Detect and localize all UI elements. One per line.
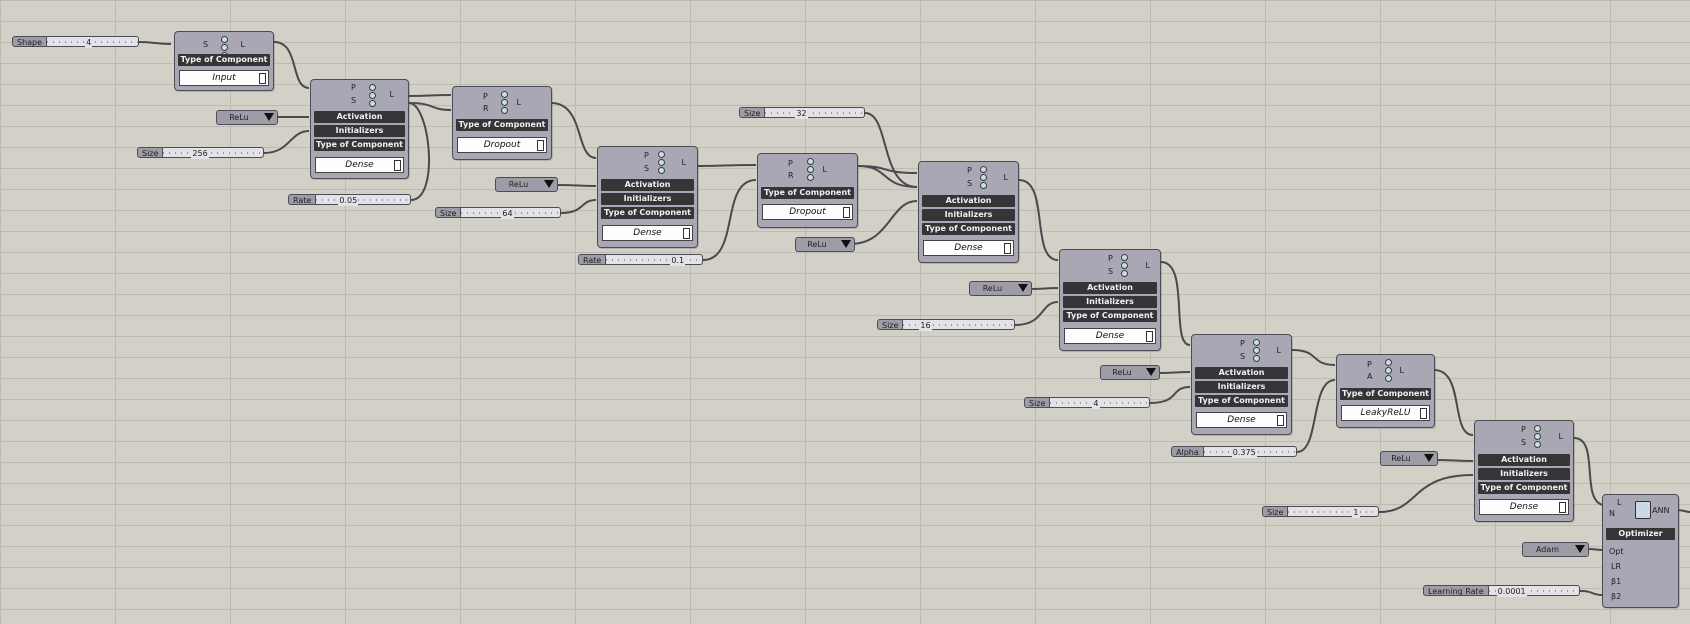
wire	[1149, 386, 1191, 404]
neural-network-icon	[1635, 501, 1651, 519]
component-type-field[interactable]: Dense	[315, 157, 404, 173]
chevron-down-icon	[1424, 454, 1434, 462]
chevron-down-icon	[1146, 368, 1156, 376]
wire	[864, 112, 918, 188]
wire	[1586, 548, 1604, 551]
activation-dropdown-1[interactable]: ReLu	[216, 110, 278, 125]
activation-dropdown-2[interactable]: ReLu	[495, 177, 558, 192]
wire	[550, 102, 597, 159]
rate-slider-01[interactable]: Rate 0.1	[578, 254, 703, 266]
scroll-handle-icon[interactable]	[259, 73, 266, 84]
wire	[1573, 437, 1604, 506]
wire	[1029, 287, 1059, 290]
input-layer-component[interactable]: S L Type of Component Input	[174, 31, 274, 91]
grasshopper-canvas[interactable]: Shape 4 Size 256 Rate 0.05 Size 64 Rate …	[0, 0, 1690, 624]
scroll-handle-icon[interactable]	[394, 160, 401, 171]
wire	[1014, 301, 1059, 326]
dense-layer-component-6[interactable]: P S L Activation Initializers Type of Co…	[1474, 420, 1574, 522]
size-slider-32[interactable]: Size 32	[739, 107, 865, 119]
wire	[138, 41, 172, 45]
wire	[408, 94, 452, 97]
component-type-field[interactable]: LeakyReLU	[1341, 405, 1430, 421]
status-dots-icon	[979, 165, 988, 191]
size-slider-256[interactable]: Size 256	[137, 147, 264, 159]
size-slider-16[interactable]: Size 16	[877, 319, 1015, 331]
dense-layer-component-2[interactable]: P S L Activation Initializers Type of Co…	[597, 146, 698, 248]
scroll-handle-icon[interactable]	[537, 140, 544, 151]
scroll-handle-icon[interactable]	[683, 228, 690, 239]
wire	[560, 199, 597, 214]
ann-model-component[interactable]: L N ANN Optimizer Opt LR β1 β2	[1602, 494, 1679, 608]
size-slider-64[interactable]: Size 64	[435, 207, 561, 219]
leaky-relu-component[interactable]: P A L Type of Component LeakyReLU	[1336, 354, 1435, 428]
status-dots-icon	[1252, 338, 1261, 364]
wire	[697, 164, 757, 167]
chevron-down-icon	[1018, 284, 1028, 292]
dense-layer-component-1[interactable]: P S L Activation Initializers Type of Co…	[310, 79, 409, 179]
status-dots-icon	[1384, 358, 1393, 384]
wire	[849, 200, 918, 245]
component-type-field[interactable]: Dropout	[762, 204, 853, 220]
component-type-field[interactable]: Dropout	[457, 137, 547, 153]
dense-layer-component-3[interactable]: P S L Activation Initializers Type of Co…	[918, 161, 1019, 263]
wire	[1291, 349, 1336, 366]
wire	[1296, 379, 1336, 453]
size-slider-4[interactable]: Size 4	[1024, 397, 1150, 409]
component-type-field[interactable]: Dense	[1196, 412, 1287, 428]
wire	[273, 41, 310, 89]
chevron-down-icon	[1575, 545, 1585, 553]
status-dots-icon	[657, 150, 666, 176]
wire	[1433, 459, 1474, 462]
component-type-field[interactable]: Dense	[602, 225, 693, 241]
learning-rate-slider[interactable]: Learning Rate 0.0001	[1423, 585, 1580, 597]
scroll-handle-icon[interactable]	[1146, 331, 1153, 342]
status-dots-icon	[1120, 253, 1129, 279]
status-dots-icon	[806, 157, 815, 183]
wire	[1160, 261, 1191, 346]
activation-dropdown-5[interactable]: ReLu	[1100, 365, 1160, 380]
alpha-slider[interactable]: Alpha 0.375	[1171, 446, 1297, 458]
chevron-down-icon	[841, 240, 851, 248]
scroll-handle-icon[interactable]	[843, 207, 850, 218]
wire	[702, 179, 757, 261]
scroll-handle-icon[interactable]	[1559, 502, 1566, 513]
status-dots-icon	[500, 90, 509, 116]
wire	[555, 184, 597, 187]
dense-layer-component-5[interactable]: P S L Activation Initializers Type of Co…	[1191, 334, 1292, 435]
shape-slider[interactable]: Shape 4	[12, 36, 139, 48]
status-dots-icon	[1533, 424, 1542, 450]
wire	[1378, 474, 1474, 513]
wire-layer	[138, 41, 1690, 596]
dropout-layer-component-2[interactable]: P R L Type of Component Dropout	[757, 153, 858, 228]
dense-layer-component-4[interactable]: P S L Activation Initializers Type of Co…	[1059, 249, 1161, 351]
activation-dropdown-6[interactable]: ReLu	[1380, 451, 1438, 466]
rate-slider-005[interactable]: Rate 0.05	[288, 194, 411, 206]
chevron-down-icon	[264, 113, 274, 121]
component-type-field[interactable]: Input	[179, 70, 269, 86]
activation-dropdown-4[interactable]: ReLu	[969, 281, 1032, 296]
wire	[1579, 590, 1604, 596]
wire	[1433, 369, 1474, 436]
wire	[408, 102, 430, 201]
size-slider-1[interactable]: Size 1	[1262, 506, 1379, 518]
component-type-field[interactable]: Dense	[1479, 499, 1569, 515]
wire	[1018, 179, 1059, 261]
scroll-handle-icon[interactable]	[1420, 408, 1427, 419]
activation-dropdown-3[interactable]: ReLu	[795, 237, 855, 252]
dropout-layer-component-1[interactable]: P R L Type of Component Dropout	[452, 86, 552, 160]
wire	[263, 130, 310, 154]
wire	[1157, 371, 1191, 374]
chevron-down-icon	[544, 180, 554, 188]
component-type-field[interactable]: Dense	[1064, 328, 1156, 344]
scroll-handle-icon[interactable]	[1004, 243, 1011, 254]
status-dots-icon	[368, 83, 377, 109]
scroll-handle-icon[interactable]	[1277, 415, 1284, 426]
optimizer-dropdown[interactable]: Adam	[1522, 542, 1589, 557]
component-type-field[interactable]: Dense	[923, 240, 1014, 256]
